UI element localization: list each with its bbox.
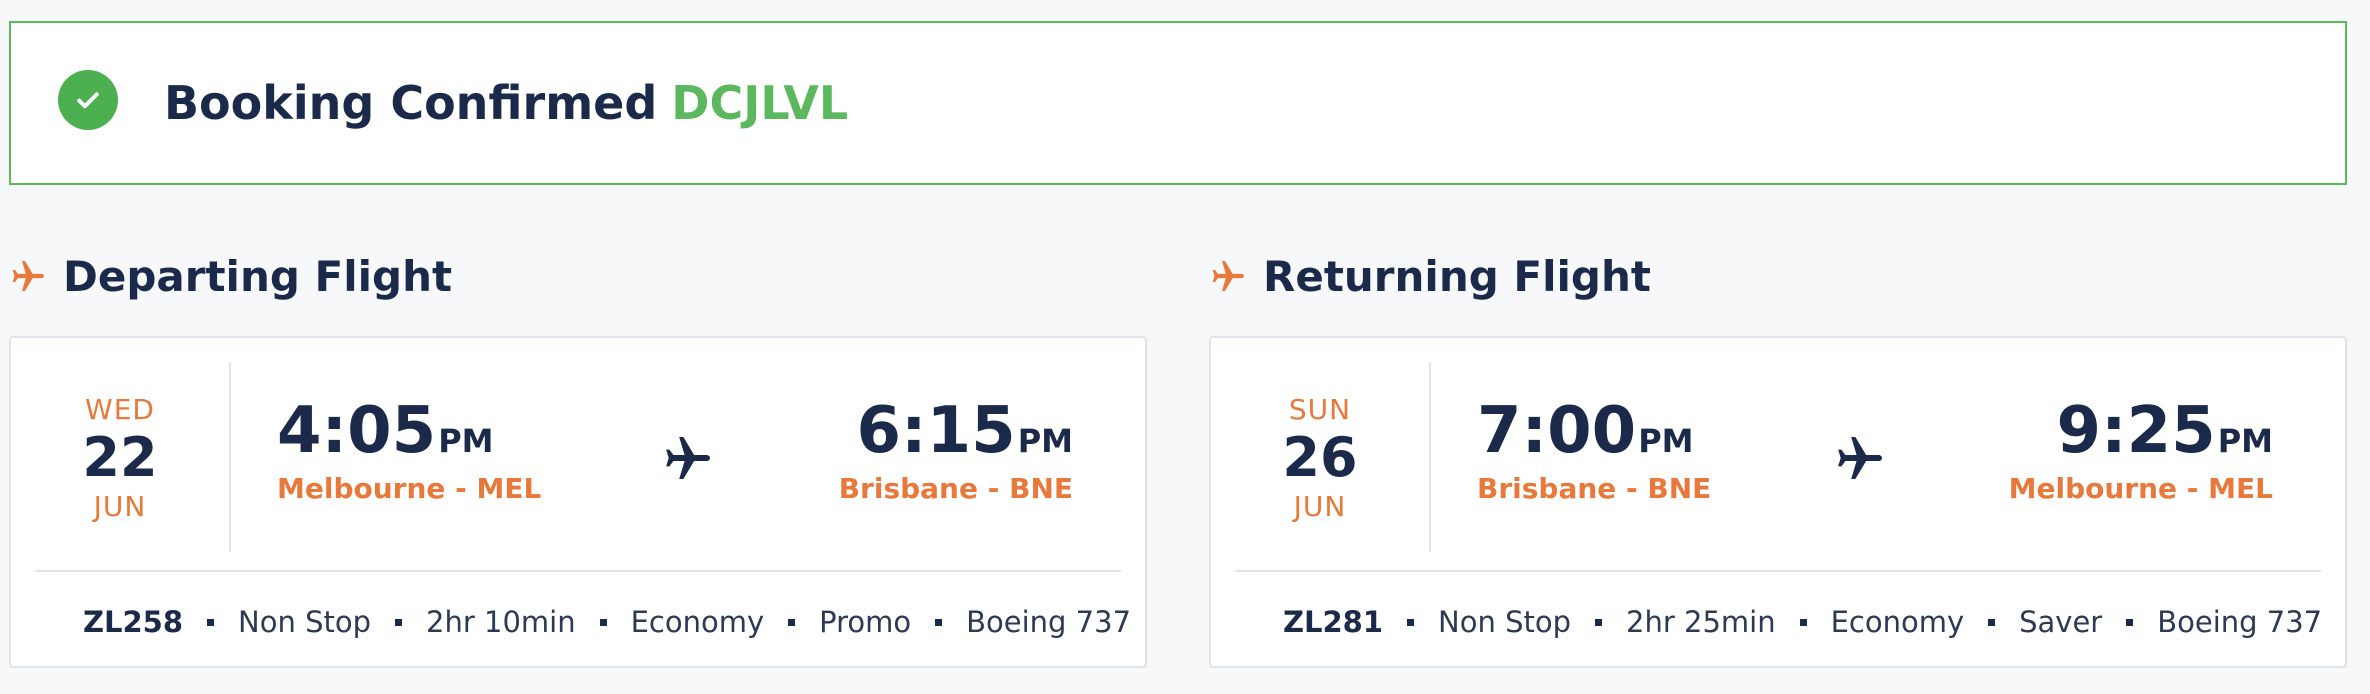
- confirmation-label: Booking Confirmed: [164, 76, 658, 130]
- returning-heading: Returning Flight: [1209, 246, 1651, 306]
- separator-dot: [935, 618, 943, 626]
- aircraft: Boeing 737: [966, 605, 1132, 639]
- divider: [1235, 570, 2321, 572]
- flight-details: ZL281 Non Stop 2hr 25min Economy Saver B…: [1283, 602, 2322, 642]
- fare-type: Saver: [2019, 605, 2103, 639]
- airplane-icon: [12, 261, 44, 291]
- departure-time: 4:05: [277, 394, 437, 468]
- divider: [229, 362, 231, 552]
- departure-ampm: PM: [438, 422, 494, 460]
- date-month: JUN: [1293, 490, 1347, 523]
- returning-flight-card[interactable]: SUN 26 JUN 7:00PM Brisbane - BNE 9:25PM …: [1209, 336, 2347, 668]
- flight-date: SUN 26 JUN: [1211, 362, 1429, 554]
- arrival-time: 6:15: [856, 394, 1016, 468]
- aircraft: Boeing 737: [2157, 605, 2323, 639]
- stops: Non Stop: [238, 605, 372, 639]
- arrival-ampm: PM: [2217, 422, 2273, 460]
- airplane-icon: [1212, 261, 1244, 291]
- divider: [1429, 362, 1431, 552]
- departure-time: 7:00: [1477, 394, 1637, 468]
- confirmation-title: Booking Confirmed DCJLVL: [164, 23, 848, 183]
- separator-dot: [788, 618, 796, 626]
- duration: 2hr 10min: [426, 605, 576, 639]
- duration: 2hr 25min: [1626, 605, 1776, 639]
- separator-dot: [2126, 618, 2134, 626]
- departing-heading: Departing Flight: [9, 246, 452, 306]
- flight-date: WED 22 JUN: [11, 362, 229, 554]
- departure-info: 7:00PM Brisbane - BNE: [1477, 398, 1711, 505]
- divider: [35, 570, 1121, 572]
- arrival-info: 6:15PM Brisbane - BNE: [839, 398, 1073, 505]
- flight-details: ZL258 Non Stop 2hr 10min Economy Promo B…: [83, 602, 1131, 642]
- arrival-time: 9:25: [2056, 394, 2216, 468]
- date-weekday: WED: [85, 393, 155, 426]
- departing-heading-text: Departing Flight: [63, 251, 453, 301]
- date-month: JUN: [93, 490, 147, 523]
- fare-type: Promo: [819, 605, 912, 639]
- departing-flight-card[interactable]: WED 22 JUN 4:05PM Melbourne - MEL 6:15PM…: [9, 336, 1147, 668]
- departure-info: 4:05PM Melbourne - MEL: [277, 398, 541, 505]
- cabin-class: Economy: [1830, 605, 1965, 639]
- arrival-city: Brisbane - BNE: [838, 472, 1073, 505]
- departure-ampm: PM: [1638, 422, 1694, 460]
- arrival-ampm: PM: [1017, 422, 1073, 460]
- separator-dot: [599, 618, 607, 626]
- separator-dot: [1799, 618, 1807, 626]
- returning-heading-text: Returning Flight: [1263, 251, 1651, 301]
- cabin-class: Economy: [630, 605, 765, 639]
- airplane-icon: [1838, 437, 1882, 479]
- departure-city: Brisbane - BNE: [1477, 472, 1712, 505]
- airplane-icon: [666, 437, 710, 479]
- check-circle-icon: [58, 70, 118, 130]
- arrival-city: Melbourne - MEL: [2008, 472, 2273, 505]
- separator-dot: [1595, 618, 1603, 626]
- separator-dot: [1988, 618, 1996, 626]
- booking-confirmation-page: Booking Confirmed DCJLVL Departing Fligh…: [0, 0, 2370, 694]
- separator-dot: [395, 618, 403, 626]
- stops: Non Stop: [1438, 605, 1572, 639]
- date-weekday: SUN: [1288, 393, 1352, 426]
- confirmation-banner: Booking Confirmed DCJLVL: [9, 21, 2347, 185]
- date-day: 26: [1282, 426, 1358, 489]
- flight-number: ZL258: [83, 605, 184, 639]
- departure-city: Melbourne - MEL: [277, 472, 542, 505]
- separator-dot: [1407, 618, 1415, 626]
- arrival-info: 9:25PM Melbourne - MEL: [2009, 398, 2273, 505]
- separator-dot: [207, 618, 215, 626]
- date-day: 22: [82, 426, 158, 489]
- flight-number: ZL281: [1283, 605, 1384, 639]
- booking-reference: DCJLVL: [671, 76, 849, 130]
